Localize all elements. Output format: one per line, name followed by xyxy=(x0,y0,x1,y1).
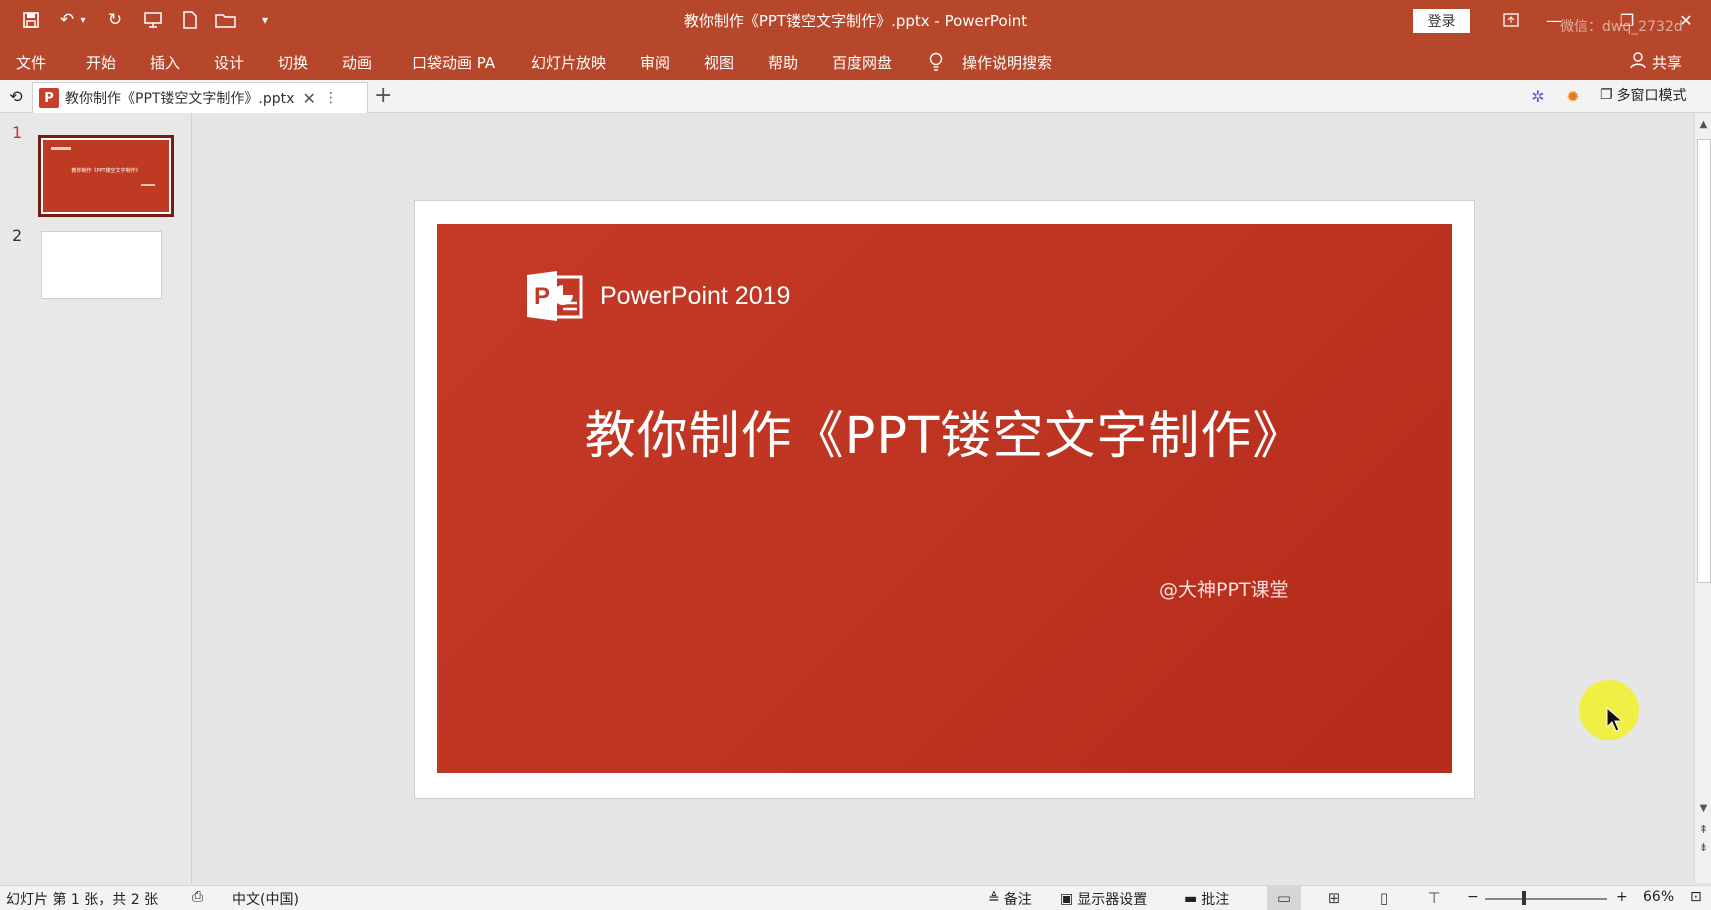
previous-slide-icon[interactable]: ⇞ xyxy=(1695,823,1711,836)
zoom-slider-handle[interactable] xyxy=(1522,891,1526,905)
tab-more-icon[interactable]: ⋮ xyxy=(324,90,338,106)
slide-sorter-view-icon[interactable]: ⊞ xyxy=(1317,886,1351,910)
multi-window-label: 多窗口模式 xyxy=(1616,88,1687,104)
notes-icon: ≜ xyxy=(988,891,1000,907)
monitor-icon: ▣ xyxy=(1060,891,1074,907)
comment-icon: ▬ xyxy=(1184,891,1198,907)
undo-dropdown-icon[interactable]: ▾ xyxy=(76,8,90,32)
close-tab-icon[interactable]: ✕ xyxy=(302,89,315,108)
tab-manager-icon[interactable]: ⟲ xyxy=(2,84,30,108)
tab-transitions[interactable]: 切换 xyxy=(278,52,308,73)
slide-title[interactable]: 教你制作《PPT镂空文字制作》 xyxy=(437,394,1452,468)
login-button[interactable]: 登录 xyxy=(1413,9,1470,33)
vertical-scrollbar[interactable]: ▲ ▼ ⇞ ⇟ xyxy=(1694,113,1711,883)
document-tab-strip: ⟲ P 教你制作《PPT镂空文字制作》.pptx ✕ ⋮ + ✲ ✹ ❐ 多窗口… xyxy=(0,80,1711,113)
brand-text: PowerPoint 2019 xyxy=(600,282,791,310)
reading-view-icon[interactable]: ▯ xyxy=(1367,886,1401,910)
tab-home[interactable]: 开始 xyxy=(86,52,116,73)
powerpoint-file-icon: P xyxy=(39,88,59,108)
mouse-pointer-icon xyxy=(1606,707,1624,732)
present-from-start-icon[interactable] xyxy=(140,8,166,32)
save-icon[interactable] xyxy=(18,8,44,32)
zoom-slider[interactable] xyxy=(1485,898,1607,900)
tab-insert[interactable]: 插入 xyxy=(150,52,180,73)
close-icon[interactable]: ✕ xyxy=(1668,6,1704,34)
thumbnail-logo xyxy=(51,147,71,150)
language-status[interactable]: 中文(中国) xyxy=(232,889,299,909)
normal-view-icon[interactable]: ▭ xyxy=(1267,886,1301,910)
tab-pocket-animation[interactable]: 口袋动画 PA xyxy=(412,52,495,73)
logo-letter: P xyxy=(534,283,550,310)
tab-file[interactable]: 文件 xyxy=(16,52,46,73)
notes-button[interactable]: ≜ 备注 xyxy=(988,889,1032,909)
comments-button[interactable]: ▬ 批注 xyxy=(1184,889,1229,909)
new-tab-icon[interactable]: + xyxy=(374,83,392,108)
scroll-down-icon[interactable]: ▼ xyxy=(1695,803,1711,814)
tab-help[interactable]: 帮助 xyxy=(768,52,798,73)
person-icon xyxy=(1630,51,1648,73)
windows-icon: ❐ xyxy=(1600,87,1613,103)
thumbnail-subtitle-line xyxy=(141,184,155,186)
scroll-up-icon[interactable]: ▲ xyxy=(1695,119,1711,130)
spellcheck-icon[interactable]: ⎙ xyxy=(192,889,203,905)
ribbon-display-options-icon[interactable] xyxy=(1493,6,1529,34)
slide-number-2: 2 xyxy=(12,226,23,245)
tab-review[interactable]: 审阅 xyxy=(640,52,670,73)
share-label: 共享 xyxy=(1652,53,1683,72)
tab-design[interactable]: 设计 xyxy=(214,52,244,73)
slideshow-view-icon[interactable]: ⊤ xyxy=(1417,886,1451,910)
open-folder-icon[interactable] xyxy=(213,8,239,32)
title-bar: ↶ ▾ ↻ ▾ 教你制作《PPT镂空文字制作》.pptx - PowerPoin… xyxy=(0,0,1711,40)
document-tab-label: 教你制作《PPT镂空文字制作》.pptx xyxy=(65,91,295,107)
tab-view[interactable]: 视图 xyxy=(704,52,734,73)
display-settings-label: 显示器设置 xyxy=(1077,892,1148,908)
slide-subtitle[interactable]: @大神PPT课堂 xyxy=(1159,575,1289,602)
minimize-icon[interactable]: — xyxy=(1536,6,1572,34)
share-button[interactable]: 共享 xyxy=(1630,51,1682,73)
tab-slideshow[interactable]: 幻灯片放映 xyxy=(531,52,606,73)
slide-thumbnail-1[interactable]: 教你制作《PPT镂空文字制作》 xyxy=(38,135,174,217)
ribbon-tabs: 文件 开始 插入 设计 切换 动画 口袋动画 PA 幻灯片放映 审阅 视图 帮助… xyxy=(0,40,1711,80)
customize-quick-access-icon[interactable]: ▾ xyxy=(252,8,278,32)
scrollbar-thumb[interactable] xyxy=(1697,139,1711,583)
zoom-in-icon[interactable]: + xyxy=(1616,889,1628,905)
comments-label: 批注 xyxy=(1201,892,1230,908)
magic-icon[interactable]: ✲ xyxy=(1524,84,1552,108)
zoom-out-icon[interactable]: − xyxy=(1467,889,1479,905)
restore-icon[interactable]: ❐ xyxy=(1609,6,1645,34)
display-settings-button[interactable]: ▣ 显示器设置 xyxy=(1060,889,1147,909)
tell-me-search[interactable]: 操作说明搜索 xyxy=(962,52,1052,73)
slide-count-status: 幻灯片 第 1 张，共 2 张 xyxy=(6,892,159,908)
thumbnail-title: 教你制作《PPT镂空文字制作》 xyxy=(71,168,141,174)
document-tab[interactable]: P 教你制作《PPT镂空文字制作》.pptx ✕ ⋮ xyxy=(32,82,368,113)
settings-gear-icon[interactable]: ✹ xyxy=(1559,84,1587,108)
next-slide-icon[interactable]: ⇟ xyxy=(1695,841,1711,854)
powerpoint-logo-icon: P xyxy=(527,271,583,321)
multi-window-mode-button[interactable]: ❐ 多窗口模式 xyxy=(1600,85,1687,105)
slide-thumbnail-2[interactable] xyxy=(41,231,162,299)
slide-number-1: 1 xyxy=(12,123,23,142)
tab-animations[interactable]: 动画 xyxy=(342,52,372,73)
fit-to-window-icon[interactable]: ⊡ xyxy=(1690,889,1702,905)
slide-canvas[interactable]: P PowerPoint 2019 教你制作《PPT镂空文字制作》 @大神PPT… xyxy=(437,224,1452,773)
notes-label: 备注 xyxy=(1003,892,1032,908)
redo-icon[interactable]: ↻ xyxy=(102,8,128,32)
slide-thumbnail-pane: 1 教你制作《PPT镂空文字制作》 2 xyxy=(0,113,192,883)
zoom-level[interactable]: 66% xyxy=(1643,889,1674,905)
new-file-icon[interactable] xyxy=(177,8,203,32)
status-bar: 幻灯片 第 1 张，共 2 张 ⎙ 中文(中国) ≜ 备注 ▣ 显示器设置 ▬ … xyxy=(0,885,1711,910)
lightbulb-icon xyxy=(928,52,944,76)
tab-baidu-netdisk[interactable]: 百度网盘 xyxy=(832,52,892,73)
